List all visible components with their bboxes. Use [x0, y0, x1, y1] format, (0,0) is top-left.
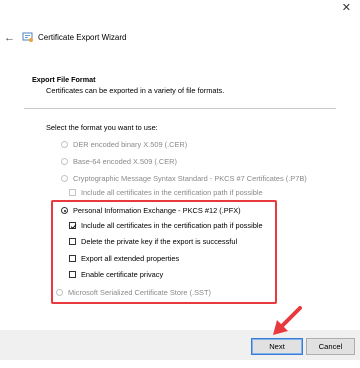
- radio-p7b-button[interactable]: [61, 175, 68, 182]
- radio-base64-button[interactable]: [61, 158, 68, 165]
- certificate-icon: [22, 32, 33, 42]
- radio-der-label: DER encoded binary X.509 (.CER): [73, 140, 188, 149]
- radio-der-button[interactable]: [61, 141, 68, 148]
- radio-p7b[interactable]: Cryptographic Message Syntax Standard - …: [61, 174, 307, 183]
- annotation-arrow-icon: [273, 306, 302, 335]
- checkbox-p7b-include-box[interactable]: [69, 189, 76, 196]
- checkbox-p7b-include[interactable]: Include all certificates in the certific…: [69, 188, 263, 197]
- header-divider: [24, 108, 336, 109]
- section-title: Export File Format: [32, 75, 96, 84]
- wizard-title: Certificate Export Wizard: [38, 33, 127, 42]
- back-arrow-button[interactable]: ←: [4, 33, 15, 44]
- format-prompt: Select the format you want to use:: [46, 123, 158, 132]
- cancel-button[interactable]: Cancel: [306, 338, 355, 355]
- radio-der[interactable]: DER encoded binary X.509 (.CER): [61, 140, 187, 149]
- annotation-highlight-box: [51, 200, 277, 304]
- next-button[interactable]: Next: [251, 338, 303, 355]
- radio-p7b-label: Cryptographic Message Syntax Standard - …: [73, 174, 307, 183]
- radio-base64-label: Base-64 encoded X.509 (.CER): [73, 157, 177, 166]
- section-description: Certificates can be exported in a variet…: [46, 86, 225, 95]
- radio-base64[interactable]: Base-64 encoded X.509 (.CER): [61, 157, 177, 166]
- checkbox-p7b-include-label: Include all certificates in the certific…: [81, 188, 263, 197]
- close-button[interactable]: ✕: [342, 2, 351, 14]
